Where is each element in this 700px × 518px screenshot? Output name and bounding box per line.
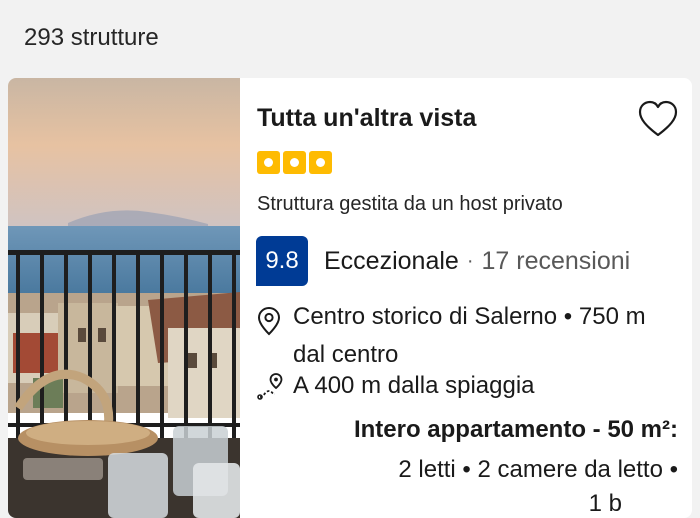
cut-off-detail: 1 b — [588, 490, 622, 517]
rating-word: Eccezionale — [324, 246, 459, 275]
results-count: 293 strutture — [24, 24, 159, 51]
star-rating — [257, 151, 332, 174]
rating-square-icon — [257, 151, 280, 174]
separator: · — [466, 249, 474, 272]
rating-square-icon — [283, 151, 306, 174]
location-info[interactable]: Centro storico di Salerno • 750 m dal ce… — [256, 298, 676, 374]
bed-details: 2 letti • 2 camere da letto • — [398, 456, 678, 483]
unit-type: Intero appartamento - 50 m²: — [353, 416, 678, 443]
property-name[interactable]: Tutta un'altra vista — [257, 104, 476, 133]
host-type-note: Struttura gestita da un host privato — [257, 193, 563, 215]
property-photo[interactable] — [8, 78, 240, 518]
property-card[interactable]: Tutta un'altra vista Struttura gestita d… — [8, 78, 692, 518]
location-text: Centro storico di Salerno • 750 m dal ce… — [293, 303, 646, 368]
favorite-heart-icon[interactable] — [638, 100, 678, 138]
map-pin-icon — [257, 306, 281, 336]
beach-distance: A 400 m dalla spiaggia — [256, 371, 535, 401]
review-count: 17 recensioni — [481, 246, 631, 275]
beach-distance-text: A 400 m dalla spiaggia — [293, 372, 535, 399]
rating-square-icon — [309, 151, 332, 174]
route-distance-icon — [257, 373, 283, 400]
review-score-badge: 9.8 — [256, 236, 308, 286]
review-summary[interactable]: 9.8 Eccezionale · 17 recensioni — [256, 236, 630, 286]
